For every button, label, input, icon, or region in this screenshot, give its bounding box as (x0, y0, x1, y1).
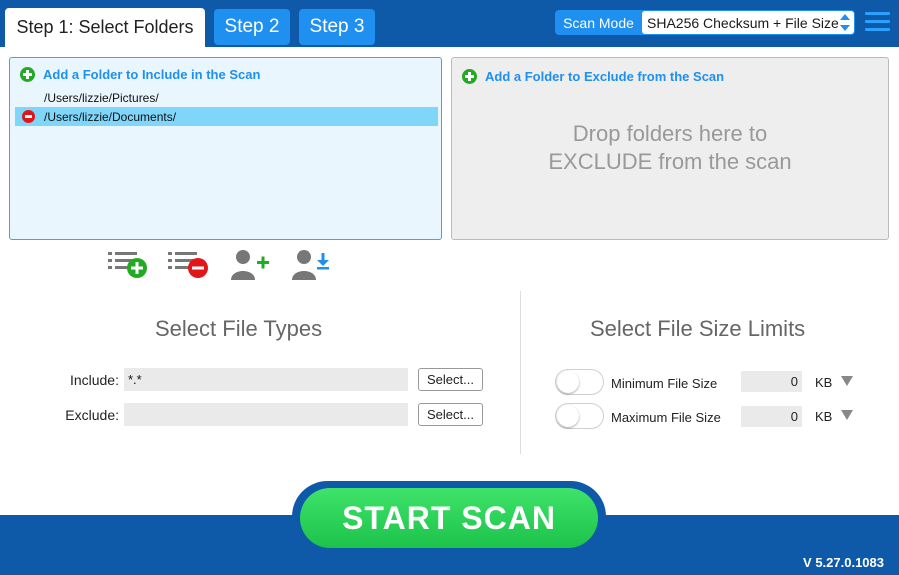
remove-list-icon[interactable] (167, 248, 209, 282)
add-include-folder[interactable]: Add a Folder to Include in the Scan (20, 67, 260, 82)
min-size-unit: KB (815, 375, 833, 390)
folder-path: /Users/lizzie/Documents/ (44, 109, 177, 124)
folder-path: /Users/lizzie/Pictures/ (44, 90, 159, 105)
min-size-label: Minimum File Size (611, 376, 718, 391)
select-arrows-icon (840, 14, 850, 31)
scan-mode-select[interactable]: SHA256 Checksum + File Size (642, 11, 854, 34)
tab-step1[interactable]: Step 1: Select Folders (5, 8, 205, 47)
drop-hint: Drop folders here to EXCLUDE from the sc… (452, 120, 888, 176)
max-size-toggle[interactable] (555, 403, 604, 429)
include-select-button[interactable]: Select... (418, 368, 483, 391)
tab-step3[interactable]: Step 3 (299, 9, 375, 45)
min-size-toggle[interactable] (555, 369, 604, 395)
tab-step3-label: Step 3 (309, 16, 365, 37)
add-circle-icon (20, 67, 35, 82)
max-unit-dropdown-icon[interactable] (841, 410, 853, 420)
min-size-input[interactable]: 0 (741, 371, 802, 392)
tab-step2[interactable]: Step 2 (214, 9, 290, 45)
folder-row-selected[interactable]: /Users/lizzie/Documents/ (15, 107, 438, 126)
add-exclude-folder[interactable]: Add a Folder to Exclude from the Scan (462, 69, 724, 84)
tab-step1-label: Step 1: Select Folders (16, 17, 194, 37)
folder-row[interactable]: /Users/lizzie/Pictures/ (15, 88, 438, 107)
scan-mode-control: Scan Mode SHA256 Checksum + File Size (555, 10, 855, 35)
import-user-icon[interactable] (290, 248, 332, 282)
tab-step2-label: Step 2 (224, 16, 280, 37)
exclude-select-button[interactable]: Select... (418, 403, 483, 426)
add-list-icon[interactable] (107, 248, 149, 282)
version-label: V 5.27.0.1083 (803, 555, 884, 570)
exclude-folders-panel[interactable]: Add a Folder to Exclude from the Scan Dr… (451, 57, 889, 240)
include-panel-header: Add a Folder to Include in the Scan (43, 67, 261, 82)
scan-mode-value: SHA256 Checksum + File Size (647, 14, 839, 31)
min-unit-dropdown-icon[interactable] (841, 376, 853, 386)
max-size-input[interactable]: 0 (741, 406, 802, 427)
remove-circle-icon[interactable] (22, 110, 35, 123)
exclude-types-input[interactable] (124, 403, 408, 426)
size-limits-title: Select File Size Limits (590, 316, 806, 341)
include-types-label: Include: (69, 372, 119, 388)
include-folders-panel[interactable]: Add a Folder to Include in the Scan /Use… (9, 57, 442, 240)
scan-mode-label: Scan Mode (563, 14, 634, 31)
include-types-input[interactable]: *.* (124, 368, 408, 391)
drop-hint-line1: Drop folders here to (572, 121, 768, 146)
add-user-icon[interactable] (229, 248, 271, 282)
start-scan-button[interactable]: START SCAN (300, 488, 598, 548)
exclude-panel-header: Add a Folder to Exclude from the Scan (485, 69, 725, 84)
hamburger-menu-icon[interactable] (865, 12, 890, 32)
exclude-types-label: Exclude: (65, 407, 119, 423)
max-size-unit: KB (815, 409, 833, 424)
drop-hint-line2: EXCLUDE from the scan (548, 149, 792, 174)
add-circle-icon (462, 69, 477, 84)
max-size-label: Maximum File Size (611, 410, 721, 425)
file-types-title: Select File Types (155, 316, 323, 341)
section-divider (520, 291, 521, 454)
